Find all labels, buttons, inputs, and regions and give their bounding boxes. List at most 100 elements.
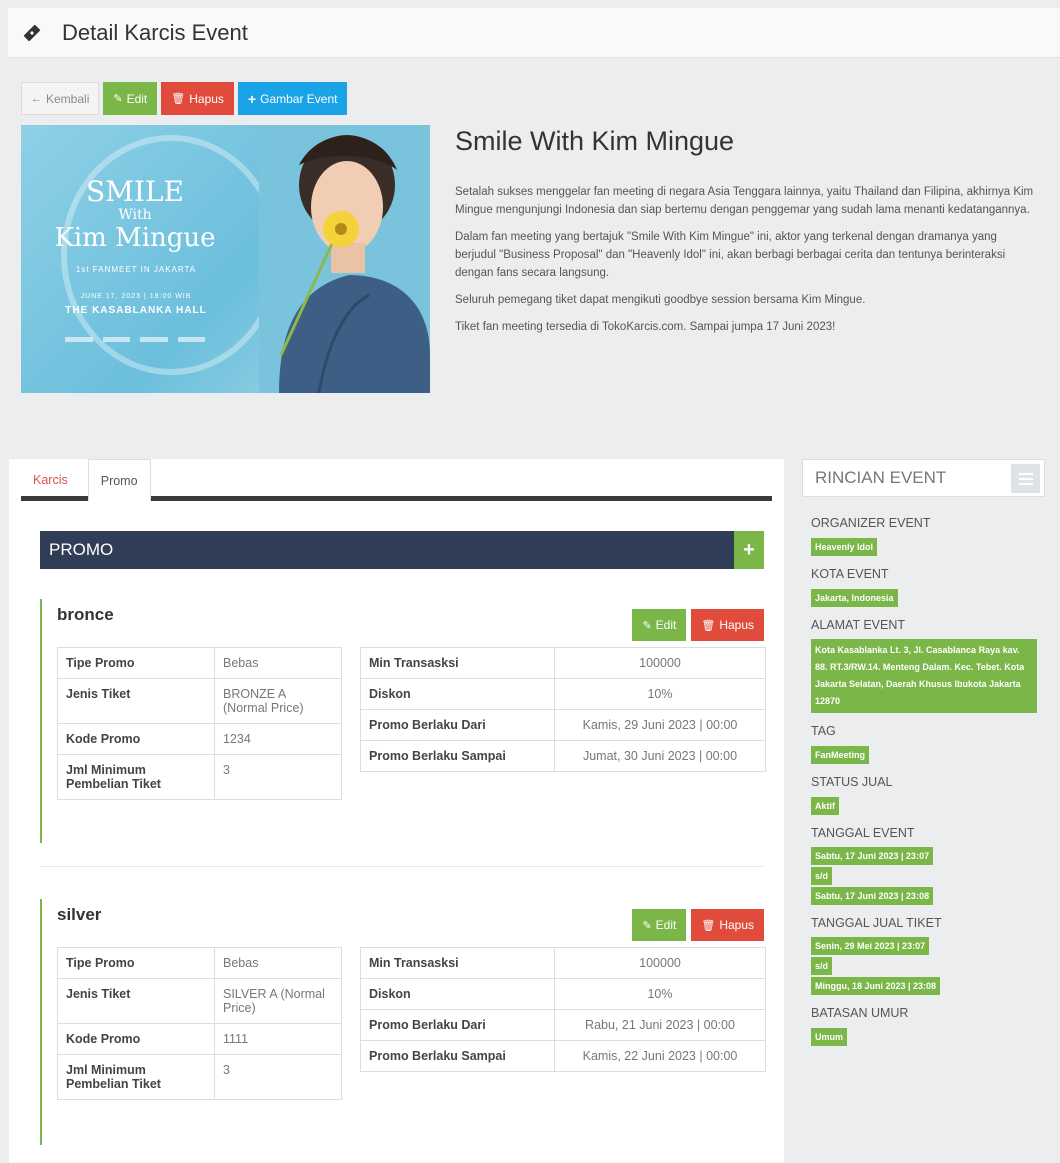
promo-actions: ✎ Edit 🗑 Hapus: [632, 909, 764, 941]
tanggal-sd-badge: s/d: [811, 867, 833, 885]
delete-label: Hapus: [719, 918, 754, 932]
promo-info-table: Tipe Promo Bebas Jenis Tiket BRONZE A (Nor…: [57, 647, 342, 800]
tanggal-event-section: TANGGAL EVENT Sabtu, 17 Juni 2023 | 23:0…: [811, 825, 1045, 905]
table-row: Jenis Tiket BRONZE A (Normal Price): [57, 678, 342, 724]
label-min: Min Transasksi: [360, 947, 555, 979]
table-row: Diskon 10%: [360, 678, 766, 710]
tab-karcis[interactable]: Karcis: [21, 459, 80, 501]
table-row: Promo Berlaku Dari Kamis, 29 Juni 2023 | …: [360, 709, 766, 741]
back-button[interactable]: ← Kembali: [21, 82, 100, 115]
edit-icon: ✎: [113, 93, 123, 105]
table-row: Promo Berlaku Dari Rabu, 21 Juni 2023 | 0…: [360, 1009, 766, 1041]
edit-event-button[interactable]: ✎ Edit: [103, 82, 158, 115]
label-sampai: Promo Berlaku Sampai: [360, 1040, 555, 1072]
table-row: Promo Berlaku Sampai Kamis, 22 Juni 2023 …: [360, 1040, 766, 1072]
delete-event-button[interactable]: 🗑 Hapus: [161, 82, 234, 115]
toolbar: ← Kembali ✎ Edit 🗑 Hapus + Gambar Event: [21, 82, 348, 115]
promo-name: bronce: [57, 605, 114, 624]
promo-card: silver ✎ Edit 🗑 Hapus Tipe Promo Bebas Je…: [40, 899, 766, 1145]
table-row: Kode Promo 1234: [57, 723, 342, 755]
label-jenis: Jenis Tiket: [57, 978, 215, 1024]
label-jml: Jml Minimum Pembelian Tiket: [57, 754, 215, 800]
label-diskon: Diskon: [360, 978, 555, 1010]
label-tipe: Tipe Promo: [57, 947, 215, 979]
add-image-label: Gambar Event: [260, 91, 338, 106]
edit-promo-button[interactable]: ✎ Edit: [632, 609, 687, 641]
alamat-section: ALAMAT EVENT Kota Kasablanka Lt. 3, Jl. …: [811, 617, 1045, 713]
poster-line-1: SMILE: [86, 175, 184, 208]
value-tipe: Bebas: [214, 947, 342, 979]
status-badge: Aktif: [811, 797, 839, 815]
delete-promo-button[interactable]: 🗑 Hapus: [691, 909, 764, 941]
plus-icon: +: [247, 90, 257, 107]
poster-line-3: Kim Mingue: [54, 223, 216, 253]
value-jenis: BRONZE A (Normal Price): [214, 678, 342, 724]
value-sampai: Kamis, 22 Juni 2023 | 00:00: [554, 1040, 766, 1072]
label-dari: Promo Berlaku Dari: [360, 709, 555, 741]
plus-icon: +: [743, 538, 755, 561]
table-row: Min Transasksi 100000: [360, 947, 766, 979]
ticket-icon: [22, 22, 44, 44]
add-image-button[interactable]: + Gambar Event: [237, 82, 348, 115]
edit-icon: ✎: [642, 619, 652, 632]
tabs-panel: Karcis Promo PROMO + bronce ✎ Edit 🗑 Hap…: [9, 459, 784, 1163]
value-jml: 3: [214, 754, 342, 800]
table-row: Jenis Tiket SILVER A (Normal Price): [57, 978, 342, 1024]
trash-icon: 🗑: [701, 919, 716, 932]
edit-label: Edit: [655, 918, 677, 932]
value-dari: Rabu, 21 Juni 2023 | 00:00: [554, 1009, 766, 1041]
value-min: 100000: [554, 947, 766, 979]
tanggal-start-badge: Sabtu, 17 Juni 2023 | 23:07: [811, 847, 934, 865]
edit-promo-button[interactable]: ✎ Edit: [632, 909, 687, 941]
alamat-label: ALAMAT EVENT: [811, 618, 906, 632]
kota-badge: Jakarta, Indonesia: [811, 589, 898, 607]
jual-start-badge: Senin, 29 Mei 2023 | 23:07: [811, 937, 930, 955]
promo-info-table: Tipe Promo Bebas Jenis Tiket SILVER A (Nor…: [57, 947, 342, 1100]
list-toggle-button[interactable]: [1011, 464, 1040, 493]
umur-label: BATASAN UMUR: [811, 1006, 909, 1020]
list-icon: [1018, 472, 1033, 485]
table-row: Min Transasksi 100000: [360, 647, 766, 679]
poster-venue: THE KASABLANKA HALL: [65, 305, 207, 316]
table-row: Promo Berlaku Sampai Jumat, 30 Juni 2023 …: [360, 740, 766, 772]
label-tipe: Tipe Promo: [57, 647, 215, 679]
status-section: STATUS JUAL Aktif: [811, 774, 1045, 815]
delete-label: Hapus: [189, 91, 224, 106]
organizer-section: ORGANIZER EVENT Heavenly Idol: [811, 515, 1045, 556]
promo-section-header: PROMO +: [40, 531, 764, 569]
tab-promo[interactable]: Promo: [87, 459, 151, 501]
tag-badge: FanMeeting: [811, 746, 870, 764]
page-header: Detail Karcis Event: [8, 8, 1060, 58]
label-dari: Promo Berlaku Dari: [360, 1009, 555, 1041]
arrow-left-icon: ←: [31, 92, 42, 105]
edit-label: Edit: [655, 618, 677, 632]
tanggal-jual-section: TANGGAL JUAL TIKET Senin, 29 Mei 2023 | …: [811, 915, 1045, 995]
tanggal-end-badge: Sabtu, 17 Juni 2023 | 23:08: [811, 887, 934, 905]
promo-detail-table: Min Transasksi 100000 Diskon 10% Promo Ber…: [360, 647, 766, 772]
tanggal-event-label: TANGGAL EVENT: [811, 826, 915, 840]
value-jenis: SILVER A (Normal Price): [214, 978, 342, 1024]
label-jml: Jml Minimum Pembelian Tiket: [57, 1054, 215, 1100]
table-row: Tipe Promo Bebas: [57, 947, 342, 979]
event-description: Setalah sukses menggelar fan meeting di …: [455, 183, 1035, 345]
label-min: Min Transasksi: [360, 647, 555, 679]
label-diskon: Diskon: [360, 678, 555, 710]
value-kode: 1111: [214, 1023, 342, 1055]
umur-section: BATASAN UMUR Umum: [811, 1005, 1045, 1046]
poster-subtitle: 1st FANMEET IN JAKARTA: [75, 265, 197, 274]
table-row: Tipe Promo Bebas: [57, 647, 342, 679]
edit-label: Edit: [126, 91, 148, 106]
page-title: Detail Karcis Event: [62, 19, 248, 45]
back-label: Kembali: [46, 91, 90, 106]
label-kode: Kode Promo: [57, 723, 215, 755]
value-kode: 1234: [214, 723, 342, 755]
event-paragraph: Seluruh pemegang tiket dapat mengikuti g…: [455, 294, 866, 306]
tag-section: TAG FanMeeting: [811, 723, 1045, 764]
jual-end-badge: Minggu, 18 Juni 2023 | 23:08: [811, 977, 941, 995]
table-row: Kode Promo 1111: [57, 1023, 342, 1055]
add-promo-button[interactable]: +: [734, 531, 764, 569]
poster-sponsor-logos: [65, 337, 205, 345]
value-dari: Kamis, 29 Juni 2023 | 00:00: [554, 709, 766, 741]
delete-promo-button[interactable]: 🗑 Hapus: [691, 609, 764, 641]
tab-bar: Karcis Promo: [21, 459, 772, 501]
